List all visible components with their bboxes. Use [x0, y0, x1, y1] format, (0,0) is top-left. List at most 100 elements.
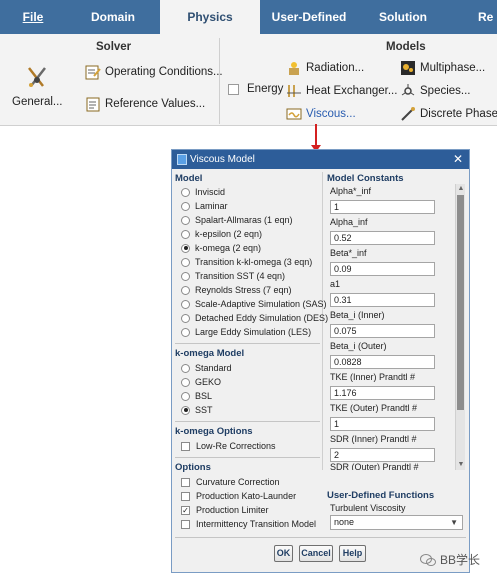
radio-k-epsilon[interactable]: [181, 229, 190, 239]
radio-k-omega[interactable]: [181, 243, 190, 253]
model-option-label: Inviscid: [195, 187, 226, 197]
low-re-check-box[interactable]: [181, 441, 190, 451]
model-option-les[interactable]: Large Eddy Simulation (LES): [181, 327, 311, 337]
model-option-transition-sst[interactable]: Transition SST (4 eqn): [181, 271, 285, 281]
wechat-icon: [420, 553, 436, 566]
tab-physics[interactable]: Physics: [160, 0, 260, 34]
heat-exchanger-button[interactable]: Heat Exchanger...: [286, 83, 397, 99]
model-option-transition-k-kl-omega[interactable]: Transition k-kl-omega (3 eqn): [181, 257, 312, 267]
radio-sst[interactable]: [181, 405, 190, 415]
komega-options-heading: k-omega Options: [175, 426, 253, 437]
options-heading: Options: [175, 462, 211, 473]
radiation-button[interactable]: Radiation...: [286, 60, 364, 76]
cancel-button[interactable]: Cancel: [299, 545, 333, 562]
model-option-inviscid[interactable]: Inviscid: [181, 187, 225, 197]
model-option-sas[interactable]: Scale-Adaptive Simulation (SAS): [181, 299, 327, 309]
komega-option-bsl[interactable]: BSL: [181, 391, 212, 401]
tab-file-label: File: [22, 10, 44, 24]
heat-exchanger-label: Heat Exchanger...: [306, 85, 398, 97]
radio-spalart-allmaras[interactable]: [181, 215, 190, 225]
komega-option-standard[interactable]: Standard: [181, 363, 232, 373]
tab-solution[interactable]: Solution: [358, 0, 448, 34]
tab-results[interactable]: Re: [448, 0, 497, 34]
reference-values-icon: [86, 97, 100, 112]
turbulent-viscosity-select[interactable]: none ▼: [330, 515, 463, 530]
constant-label: SDR (Outer) Prandtl #: [330, 462, 419, 470]
constant-input-beta-star-inf[interactable]: 0.09: [330, 262, 435, 276]
constants-scrollbar[interactable]: ▲ ▼: [455, 184, 465, 470]
operating-conditions-button[interactable]: Operating Conditions...: [85, 64, 223, 80]
models-group-title: Models: [386, 41, 426, 53]
radio-standard[interactable]: [181, 363, 190, 373]
constant-label: SDR (Inner) Prandtl #: [330, 434, 417, 444]
model-option-k-omega[interactable]: k-omega (2 eqn): [181, 243, 261, 253]
model-option-laminar[interactable]: Laminar: [181, 201, 228, 211]
model-heading: Model: [175, 173, 203, 184]
radio-transition-sst[interactable]: [181, 271, 190, 281]
komega-option-label: BSL: [195, 391, 213, 401]
curvature-correction-checkbox[interactable]: Curvature Correction: [181, 477, 280, 487]
radio-reynolds-stress[interactable]: [181, 285, 190, 295]
constant-input-beta-i-inner[interactable]: 0.075: [330, 324, 435, 338]
scroll-down-icon[interactable]: ▼: [456, 460, 466, 470]
model-option-des[interactable]: Detached Eddy Simulation (DES): [181, 313, 328, 323]
multiphase-button[interactable]: Multiphase...: [400, 60, 485, 76]
radio-sas[interactable]: [181, 299, 190, 309]
multiphase-icon: [401, 61, 415, 75]
watermark: BB学长: [420, 551, 480, 568]
reference-values-button[interactable]: Reference Values...: [85, 96, 205, 112]
production-kato-launder-checkbox[interactable]: Production Kato-Launder: [181, 491, 296, 501]
scrollbar-thumb[interactable]: [457, 195, 464, 410]
radio-bsl[interactable]: [181, 391, 190, 401]
production-limiter-check-box[interactable]: ✓: [181, 505, 190, 515]
viscous-button[interactable]: Viscous...: [286, 106, 356, 122]
production-limiter-checkbox[interactable]: ✓ Production Limiter: [181, 505, 269, 515]
energy-checkbox-box[interactable]: [228, 83, 239, 95]
radio-transition-k-kl-omega[interactable]: [181, 257, 190, 267]
kato-launder-check-box[interactable]: [181, 491, 190, 501]
section-divider: [175, 421, 320, 422]
constant-label: Beta_i (Outer): [330, 341, 387, 351]
close-icon[interactable]: ✕: [453, 150, 463, 169]
radio-geko[interactable]: [181, 377, 190, 387]
tab-domain[interactable]: Domain: [66, 0, 160, 34]
constant-input-beta-i-outer[interactable]: 0.0828: [330, 355, 435, 369]
constant-input-sdr-inner[interactable]: 2: [330, 448, 435, 462]
dialog-title: Viscous Model: [190, 154, 255, 165]
model-option-k-epsilon[interactable]: k-epsilon (2 eqn): [181, 229, 262, 239]
model-option-label: Laminar: [195, 201, 228, 211]
constant-input-alpha-inf[interactable]: 0.52: [330, 231, 435, 245]
radio-laminar[interactable]: [181, 201, 190, 211]
discrete-phase-icon: [401, 107, 415, 121]
curvature-check-box[interactable]: [181, 477, 190, 487]
intermittency-check-box[interactable]: [181, 519, 190, 529]
radio-les[interactable]: [181, 327, 190, 337]
radio-inviscid[interactable]: [181, 187, 190, 197]
low-re-label: Low-Re Corrections: [196, 441, 276, 451]
tab-user-defined[interactable]: User-Defined: [260, 0, 358, 34]
constant-input-tke-inner[interactable]: 1.176: [330, 386, 435, 400]
help-button[interactable]: Help: [339, 545, 366, 562]
tab-file[interactable]: File: [0, 0, 66, 34]
radio-des[interactable]: [181, 313, 190, 323]
komega-option-sst[interactable]: SST: [181, 405, 213, 415]
constant-input-a1[interactable]: 0.31: [330, 293, 435, 307]
low-re-corrections-checkbox[interactable]: Low-Re Corrections: [181, 441, 276, 451]
ok-button[interactable]: OK: [274, 545, 293, 562]
scroll-up-icon[interactable]: ▲: [456, 184, 466, 194]
constant-input-tke-outer[interactable]: 1: [330, 417, 435, 431]
discrete-phase-button[interactable]: Discrete Phase...: [400, 106, 497, 122]
multiphase-label: Multiphase...: [420, 62, 486, 74]
model-option-reynolds-stress[interactable]: Reynolds Stress (7 eqn): [181, 285, 292, 295]
section-divider: [175, 343, 320, 344]
constant-input-alpha-star-inf[interactable]: 1: [330, 200, 435, 214]
komega-option-geko[interactable]: GEKO: [181, 377, 221, 387]
constant-label: Alpha_inf: [330, 217, 368, 227]
species-button[interactable]: Species...: [400, 83, 471, 99]
radiation-label: Radiation...: [306, 62, 365, 74]
model-option-spalart-allmaras[interactable]: Spalart-Allmaras (1 eqn): [181, 215, 293, 225]
general-button[interactable]: General...: [12, 64, 63, 108]
constant-label: TKE (Inner) Prandtl #: [330, 372, 416, 382]
intermittency-transition-checkbox[interactable]: Intermittency Transition Model: [181, 519, 316, 529]
energy-checkbox[interactable]: Energy: [228, 83, 283, 95]
